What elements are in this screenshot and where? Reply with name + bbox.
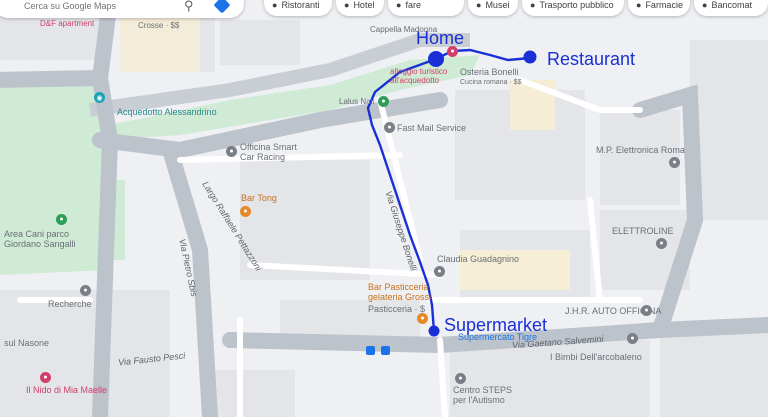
place-officina[interactable]: Officina Smart Car Racing	[240, 142, 297, 163]
place-dsf[interactable]: D&F apartment	[40, 20, 94, 28]
search-icon[interactable]: ⚲	[184, 0, 194, 14]
place-cappella[interactable]: Cappella Madonna	[370, 26, 437, 34]
garage-pin-icon[interactable]: ●	[226, 146, 237, 157]
chip-label: Cose da fare	[405, 0, 421, 10]
place-nasone[interactable]: sul Nasone	[4, 339, 49, 348]
place-recherche[interactable]: Recherche	[48, 300, 92, 309]
chip-bancomat[interactable]: ● Bancomat	[694, 0, 768, 16]
camera-pin-icon[interactable]: ◉	[94, 92, 105, 103]
place-area-cani[interactable]: Area Cani parco Giordano Sangalli	[4, 229, 76, 250]
hotel-pin-icon[interactable]: ●	[447, 46, 458, 57]
chip-ristoranti[interactable]: ● Ristoranti	[264, 0, 332, 16]
place-acquedotto[interactable]: Acquedotto Alessandrino	[117, 108, 217, 117]
place-centro-steps[interactable]: Centro STEPS per l'Autismo	[453, 385, 512, 406]
park-pin-icon[interactable]: ●	[56, 214, 67, 225]
chip-label: Bancomat	[711, 0, 752, 10]
bus-stop-icon[interactable]	[366, 346, 375, 355]
home-dot[interactable]	[428, 51, 444, 67]
directions-icon[interactable]	[213, 0, 231, 14]
place-pin-icon-2[interactable]: ●	[455, 373, 466, 384]
place-alloggio[interactable]: alloggio turistico all'acquedotto	[390, 67, 447, 86]
shop-pin-icon-4[interactable]: ●	[40, 372, 51, 383]
pill-icon: ●	[636, 0, 642, 10]
place-lalus[interactable]: Lalus Nail	[339, 98, 374, 106]
cup-pin-icon-2[interactable]: ●	[417, 313, 428, 324]
chip-label: Musei	[485, 0, 510, 10]
place-elettronica[interactable]: M.P. Elettronica Roma	[596, 146, 685, 155]
restaurant-label: Restaurant	[547, 49, 636, 69]
place-bimbi[interactable]: I Bimbi Dell'arcobaleno	[550, 353, 642, 362]
camera-icon: ●	[396, 0, 402, 10]
bed-icon: ●	[344, 0, 350, 10]
chip-label: Trasporto pubblico	[539, 0, 614, 10]
search-input[interactable]: Cerca su Google Maps	[24, 1, 116, 11]
place-bar-tong[interactable]: Bar Tong	[241, 194, 277, 203]
school-pin-icon[interactable]: ●	[627, 333, 638, 344]
place-nido[interactable]: Il Nido di Mia Maelle	[26, 386, 107, 395]
chip-farmacie[interactable]: ● Farmacie	[628, 0, 690, 16]
place-crosse[interactable]: Crosse · $$	[138, 22, 179, 30]
chip-label: Ristoranti	[281, 0, 320, 10]
supermarket-dot[interactable]	[428, 325, 440, 337]
chip-label: Hotel	[353, 0, 375, 10]
place-elettroline[interactable]: ELETTROLINE	[612, 227, 674, 236]
bus-icon: ●	[530, 0, 536, 10]
cup-pin-icon[interactable]: ●	[240, 206, 251, 217]
restaurant-dot[interactable]	[523, 50, 537, 64]
place-fast-mail[interactable]: Fast Mail Service	[397, 124, 466, 133]
place-claudia[interactable]: Claudia Guadagnino	[437, 255, 519, 264]
place-pin-icon[interactable]: ●	[434, 266, 445, 277]
chip-musei[interactable]: ● Musei	[468, 0, 518, 16]
chip-cose-da-fare[interactable]: ●Cose da fare	[388, 0, 464, 16]
bus-stop-icon-2[interactable]	[381, 346, 390, 355]
shop-pin-icon-3[interactable]: ●	[656, 238, 667, 249]
place-pin-icon-3[interactable]: ●	[80, 285, 91, 296]
place-pasticceria-sub: Pasticceria · $	[368, 304, 426, 314]
place-osteria-sub: Cucina romana · $$	[460, 79, 522, 86]
chip-trasporto-pubblico[interactable]: ● Trasporto pubblico	[522, 0, 624, 16]
search-bar[interactable]: Cerca su Google Maps ⚲	[0, 0, 244, 18]
chip-hotel[interactable]: ● Hotel	[336, 0, 384, 16]
park-pin-icon-2[interactable]: ●	[378, 96, 389, 107]
fork-knife-icon: ●	[272, 0, 278, 10]
place-osteria[interactable]: Osteria Bonelli	[460, 68, 519, 77]
cash-icon: ●	[702, 0, 708, 10]
shop-pin-icon[interactable]: ●	[384, 122, 395, 133]
garage-pin-icon-2[interactable]: ●	[641, 305, 652, 316]
shop-pin-icon-2[interactable]: ●	[669, 157, 680, 168]
museum-icon: ●	[476, 0, 482, 10]
place-bar-pasticceria[interactable]: Bar Pasticceria gelateria Grossi	[368, 282, 431, 303]
chip-label: Farmacie	[645, 0, 683, 10]
